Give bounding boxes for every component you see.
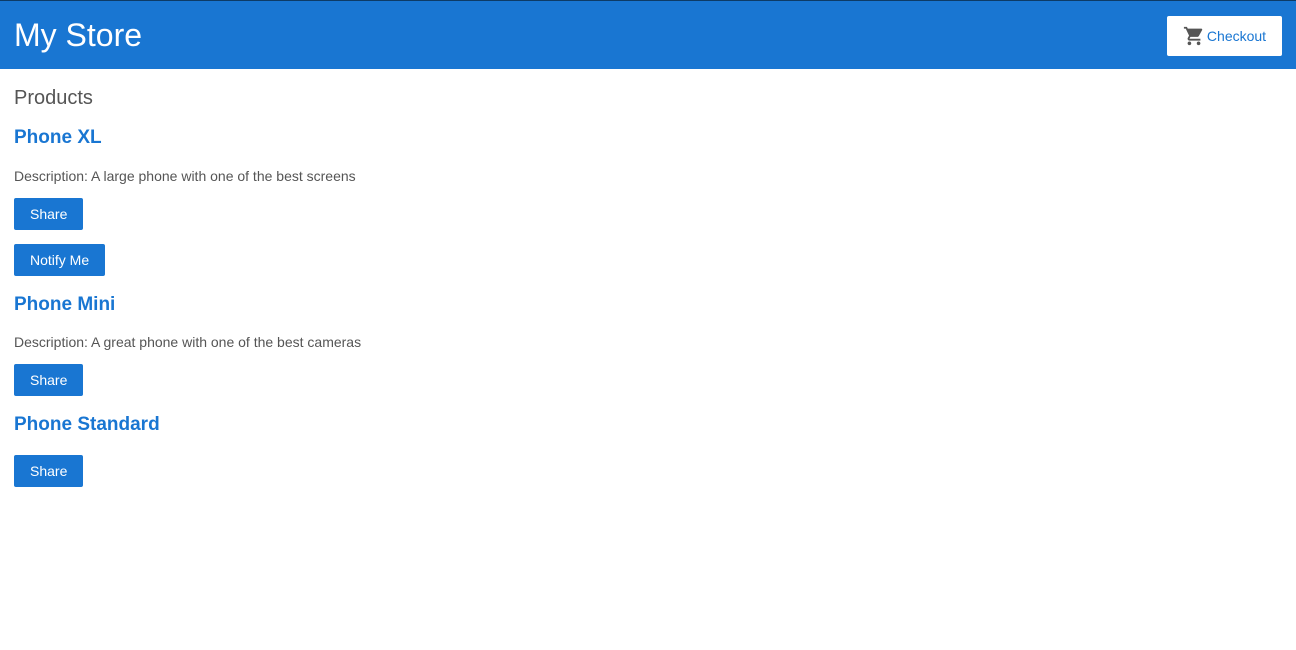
product-item: Phone Mini [14, 294, 115, 316]
main-content: Products Phone XL Description: A large p… [14, 69, 1282, 487]
top-bar: My Store Checkout [0, 0, 1296, 69]
checkout-button[interactable]: Checkout [1167, 16, 1282, 56]
checkout-label: Checkout [1206, 28, 1267, 44]
share-button[interactable]: Share [14, 364, 84, 396]
store-title-link[interactable]: My Store [14, 15, 142, 55]
notify-me-button[interactable]: Notify Me [14, 244, 106, 276]
share-button[interactable]: Share [14, 455, 84, 487]
product-item: Phone Standard [14, 414, 160, 436]
product-description: Description: A great phone with one of t… [14, 334, 362, 350]
product-description: Description: A large phone with one of t… [14, 168, 356, 184]
product-item: Phone XL [14, 127, 102, 149]
product-name-link[interactable]: Phone Mini [14, 294, 115, 316]
page-title: Products [14, 87, 93, 109]
product-name-link[interactable]: Phone Standard [14, 414, 160, 436]
share-button[interactable]: Share [14, 198, 84, 230]
shopping-cart-icon [1183, 25, 1205, 47]
product-name-link[interactable]: Phone XL [14, 127, 102, 149]
